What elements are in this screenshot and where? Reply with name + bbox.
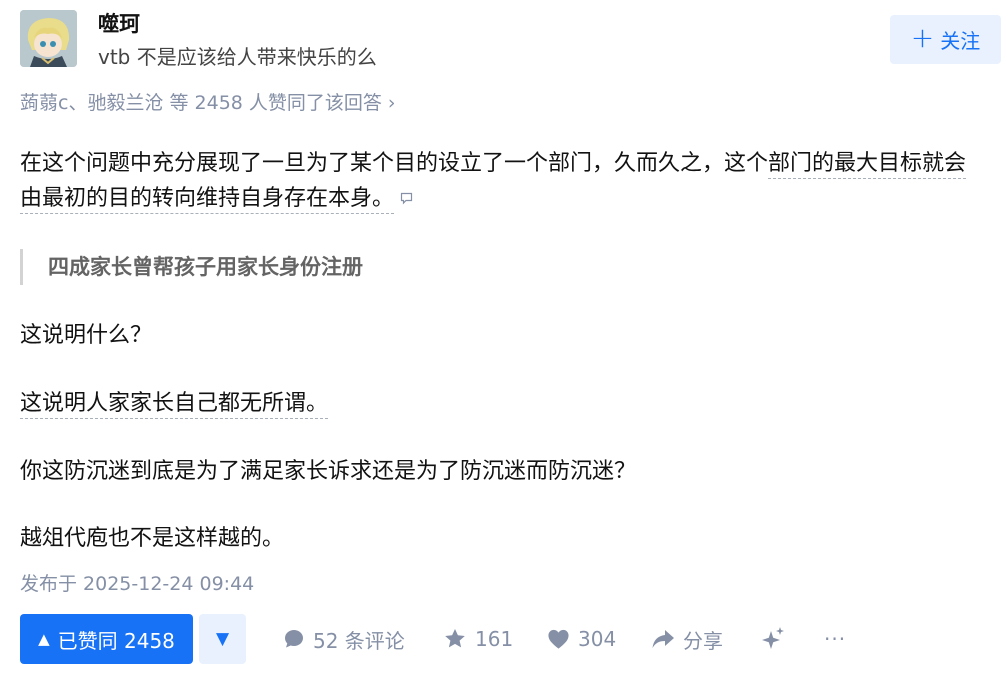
share-button[interactable]: 分享 — [651, 614, 723, 664]
sparkle-icon — [762, 627, 784, 649]
chevron-right-icon: › — [387, 92, 396, 114]
downvote-triangle-icon: ▼ — [215, 629, 230, 649]
highlighted-segment[interactable]: 部门的最大目标就会 — [768, 151, 967, 179]
anime-avatar-icon — [20, 10, 77, 67]
highlighted-segment-2[interactable]: 由最初的目的转向维持自身存在本身。 — [20, 186, 395, 214]
paragraph-5: 越俎代庖也不是这样越的。 — [20, 526, 285, 551]
blockquote: 四成家长曾帮孩子用家长身份注册 — [20, 249, 363, 285]
comments-button[interactable]: 52 条评论 — [283, 614, 405, 664]
favorites-count: 161 — [475, 627, 514, 651]
comments-label: 52 条评论 — [313, 628, 405, 653]
highlighted-segment-3[interactable]: 这说明人家家长自己都无所谓。 — [20, 391, 329, 419]
likes-count: 304 — [578, 627, 617, 651]
upvote-label: 已赞同 2458 — [57, 628, 175, 653]
paragraph-1-line-1: 在这个问题中充分展现了一旦为了某个目的设立了一个部门，久而久之，这个部门的最大目… — [20, 146, 967, 181]
favorite-button[interactable]: 161 — [443, 614, 513, 664]
author-name[interactable]: 噬珂 — [98, 8, 140, 38]
author-bio: vtb 不是应该给人带来快乐的么 — [98, 45, 377, 69]
share-label: 分享 — [683, 628, 723, 653]
heart-icon — [548, 629, 569, 649]
star-icon — [445, 629, 465, 648]
paragraph-3: 这说明人家家长自己都无所谓。 — [20, 386, 329, 421]
plus-icon: + — [910, 21, 935, 54]
comment-bubble-icon[interactable] — [400, 181, 413, 216]
paragraph-1-line-2: 由最初的目的转向维持自身存在本身。 — [20, 181, 413, 216]
paragraph-4: 你这防沉迷到底是为了满足家长诉求还是为了防沉迷而防沉迷？ — [20, 459, 637, 484]
ai-sparkle-button[interactable] — [760, 614, 786, 664]
more-dots-icon: ··· — [824, 627, 847, 651]
comment-icon — [285, 630, 303, 648]
voters-text: 蒟蒻c、驰毅兰沧 等 2458 人赞同了该回答 — [20, 92, 382, 114]
action-bar: ▲ 已赞同 2458 ▼ 52 条评论 161 304 分享 ··· — [0, 614, 1001, 664]
upvote-triangle-icon: ▲ — [38, 630, 50, 648]
voters-summary[interactable]: 蒟蒻c、驰毅兰沧 等 2458 人赞同了该回答 › — [20, 88, 396, 115]
follow-button[interactable]: + 关注 — [890, 15, 1001, 64]
author-avatar[interactable] — [20, 10, 77, 67]
like-button[interactable]: 304 — [547, 614, 616, 664]
follow-button-label: 关注 — [940, 29, 981, 53]
more-button[interactable]: ··· — [824, 614, 846, 664]
downvote-button[interactable]: ▼ — [199, 614, 246, 664]
paragraph-1-text-a: 在这个问题中充分展现了一旦为了某个目的设立了一个部门，久而久之，这个 — [20, 151, 769, 176]
share-arrow-icon — [652, 630, 674, 648]
paragraph-2: 这说明什么？ — [20, 323, 153, 348]
publish-date[interactable]: 发布于 2025-12-24 09:44 — [20, 569, 254, 596]
upvote-button[interactable]: ▲ 已赞同 2458 — [20, 614, 193, 664]
